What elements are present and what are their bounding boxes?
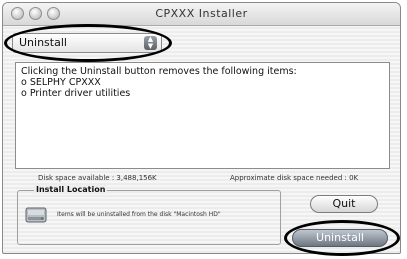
info-text-box: Clicking the Uninstall button removes th… [15, 62, 390, 169]
disk-space-available: Disk space available : 3,488,156K [38, 174, 157, 182]
window-title: CPXXX Installer [155, 7, 248, 20]
disk-space-needed: Approximate disk space needed : 0K [230, 174, 359, 182]
highlight-oval-popup [4, 24, 172, 62]
info-line: o SELPHY CPXXX [21, 77, 101, 88]
info-line: Clicking the Uninstall button removes th… [21, 66, 297, 77]
title-bar[interactable]: CPXXX Installer [3, 3, 400, 26]
install-location-label: Install Location [34, 185, 108, 194]
install-location-text: Items will be uninstalled from the disk … [57, 211, 221, 218]
highlight-oval-uninstall [284, 220, 400, 256]
quit-button[interactable]: Quit [310, 195, 378, 213]
hard-disk-icon [25, 207, 47, 223]
info-line: o Printer driver utilities [21, 88, 131, 99]
